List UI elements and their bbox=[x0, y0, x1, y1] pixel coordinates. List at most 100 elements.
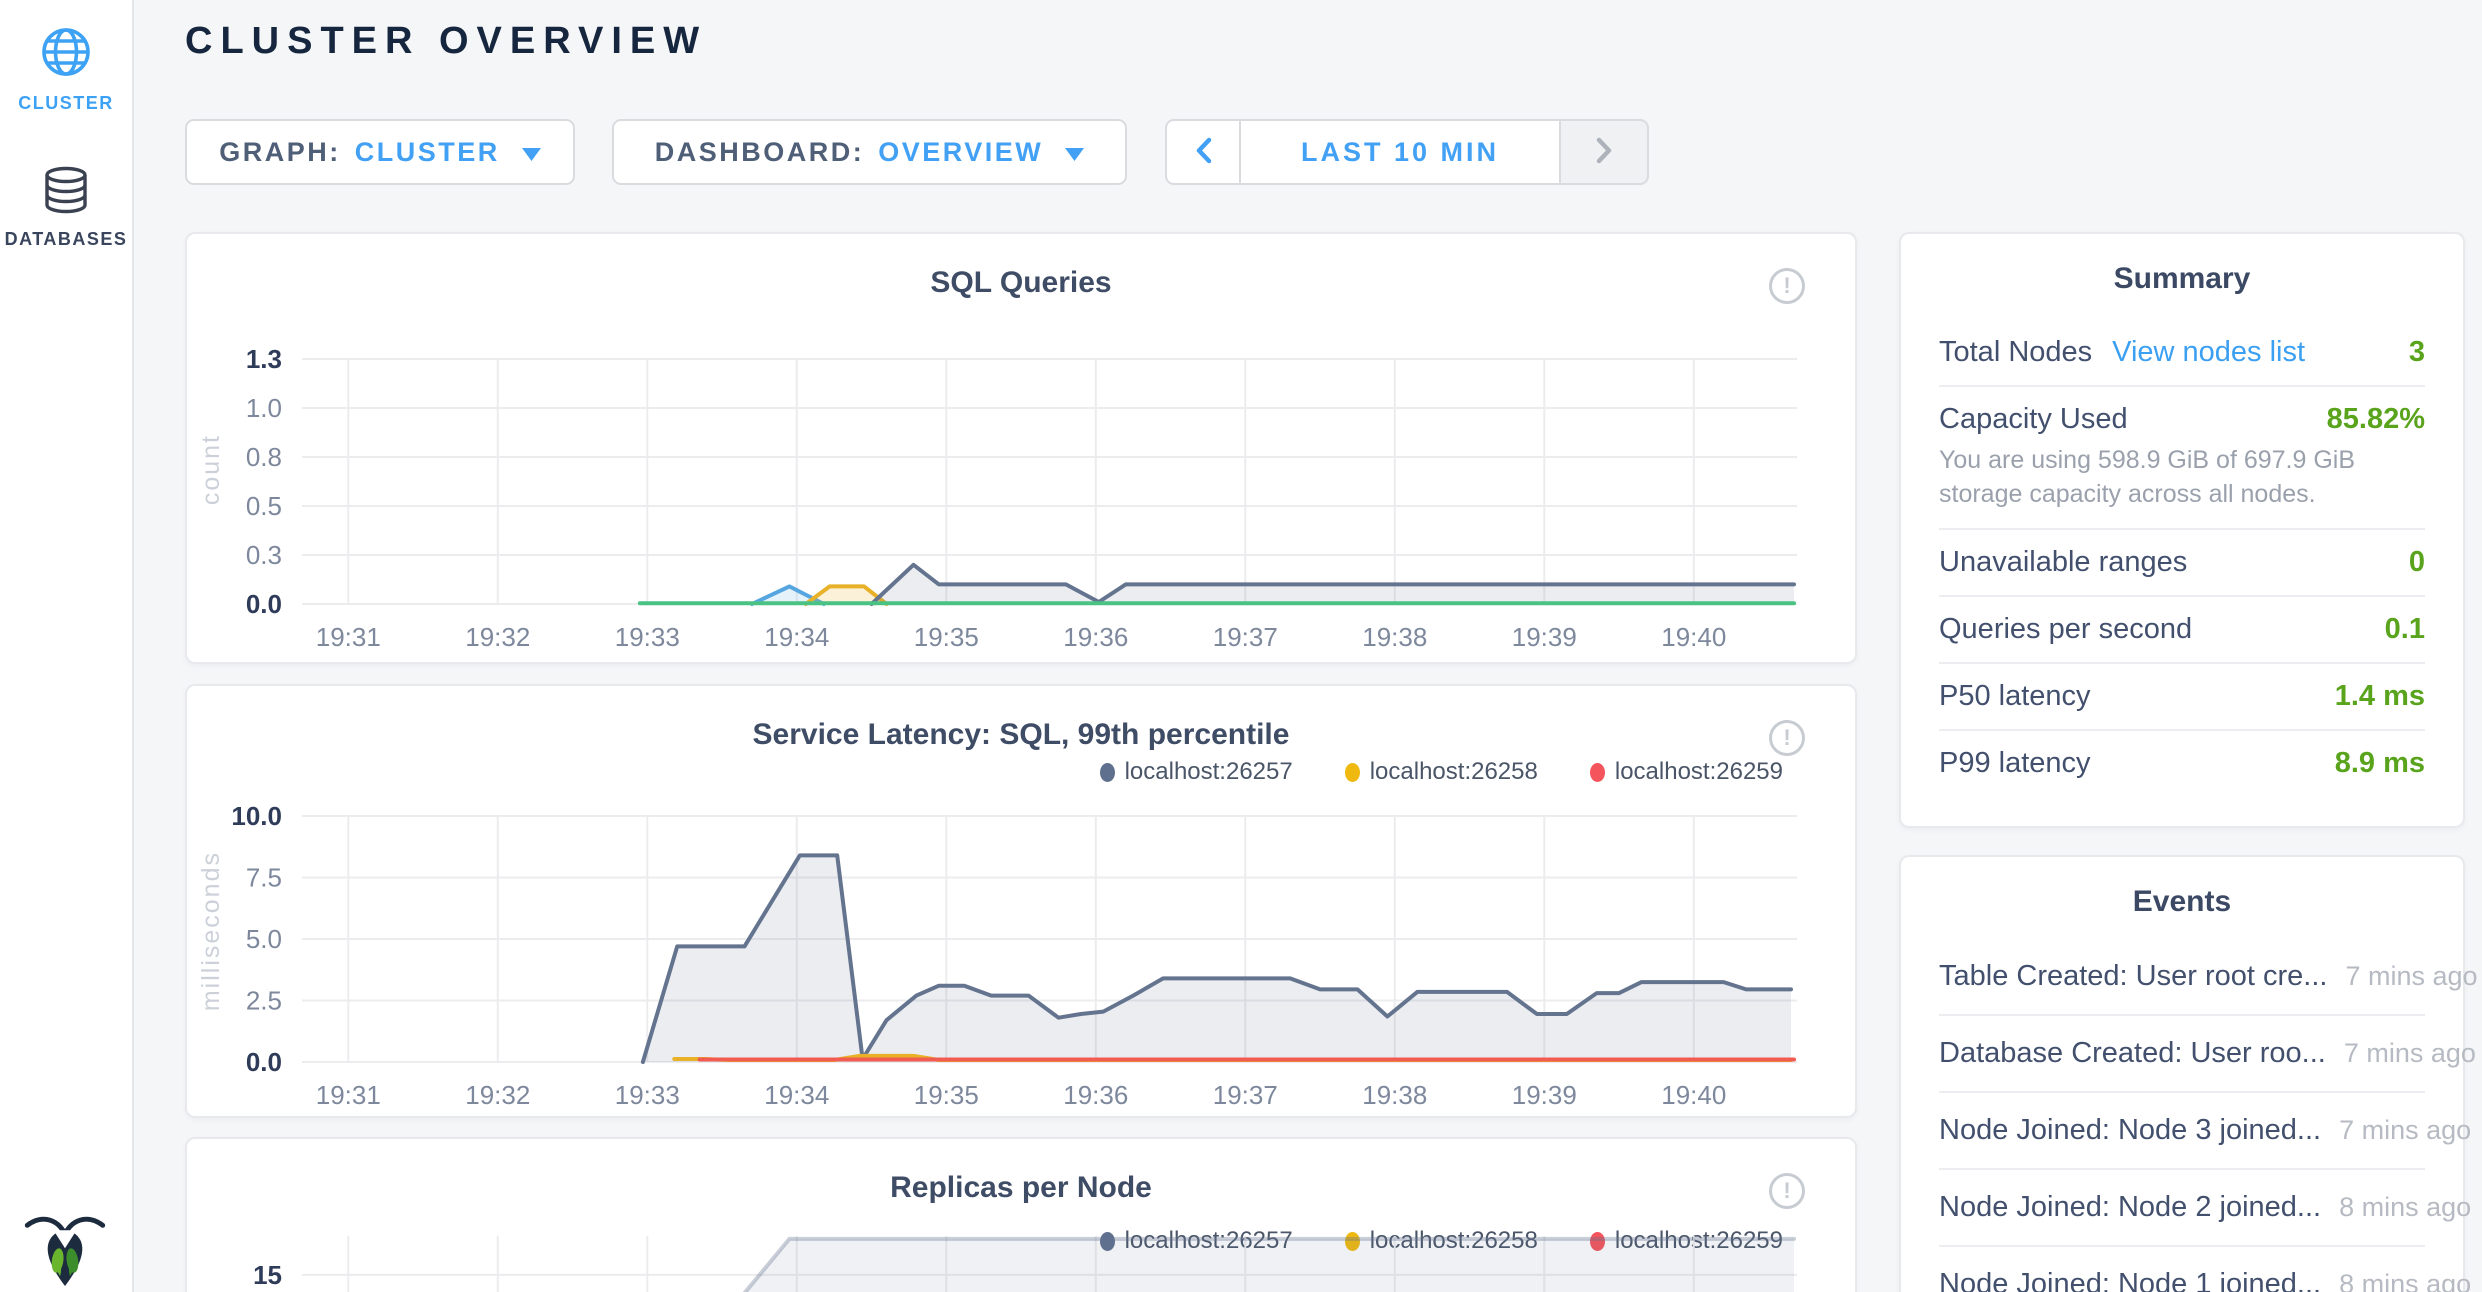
chevron-left-icon bbox=[1195, 137, 1212, 167]
svg-text:19:32: 19:32 bbox=[465, 1080, 530, 1110]
summary-row-label: Queries per second bbox=[1939, 613, 2192, 646]
svg-text:19:39: 19:39 bbox=[1512, 1080, 1577, 1110]
summary-rows: Total NodesView nodes list3Capacity Used… bbox=[1939, 320, 2425, 796]
event-timestamp: 8 mins ago bbox=[2339, 1269, 2471, 1292]
view-nodes-list-link[interactable]: View nodes list bbox=[2112, 336, 2305, 369]
chevron-down-icon bbox=[1057, 137, 1084, 168]
svg-text:0.0: 0.0 bbox=[246, 589, 282, 619]
events-panel: Events Table Created: User root cre...7 … bbox=[1899, 855, 2465, 1292]
cluster-overview-page: CLUSTER DATABASES bbox=[0, 0, 2482, 1292]
sidebar-item-label: DATABASES bbox=[5, 229, 128, 250]
svg-text:19:40: 19:40 bbox=[1661, 1080, 1726, 1110]
svg-text:19:31: 19:31 bbox=[316, 622, 381, 652]
summary-row-value: 1.4 ms bbox=[2335, 680, 2425, 713]
svg-text:0.3: 0.3 bbox=[246, 540, 282, 570]
legend-item[interactable]: localhost:26257 bbox=[1100, 758, 1293, 786]
event-text: Database Created: User roo... bbox=[1939, 1037, 2326, 1070]
sidebar: CLUSTER DATABASES bbox=[0, 0, 134, 1292]
svg-text:19:38: 19:38 bbox=[1362, 1080, 1427, 1110]
svg-text:19:31: 19:31 bbox=[316, 1080, 381, 1110]
info-icon[interactable] bbox=[1769, 1173, 1805, 1209]
databases-icon bbox=[42, 166, 90, 217]
time-range-button[interactable]: LAST 10 MIN bbox=[1239, 119, 1561, 185]
event-timestamp: 8 mins ago bbox=[2339, 1192, 2471, 1223]
event-text: Node Joined: Node 2 joined... bbox=[1939, 1191, 2321, 1224]
svg-text:19:36: 19:36 bbox=[1063, 1080, 1128, 1110]
svg-text:19:35: 19:35 bbox=[914, 622, 979, 652]
svg-text:19:37: 19:37 bbox=[1213, 622, 1278, 652]
sidebar-item-label: CLUSTER bbox=[18, 93, 114, 114]
summary-row-value: 0 bbox=[2409, 546, 2425, 579]
svg-text:19:32: 19:32 bbox=[465, 622, 530, 652]
summary-row-label: Total Nodes bbox=[1939, 336, 2092, 369]
summary-row-subtext: You are using 598.9 GiB of 697.9 GiB sto… bbox=[1939, 444, 2425, 512]
summary-row-value: 0.1 bbox=[2385, 613, 2425, 646]
summary-row: Unavailable ranges0 bbox=[1939, 528, 2425, 595]
summary-panel: Summary Total NodesView nodes list3Capac… bbox=[1899, 232, 2465, 828]
svg-text:1.0: 1.0 bbox=[246, 393, 282, 423]
event-timestamp: 7 mins ago bbox=[2345, 961, 2477, 992]
sql-queries-chart: 0.00.30.50.81.01.319:3119:3219:3319:3419… bbox=[187, 334, 1859, 664]
svg-text:19:33: 19:33 bbox=[615, 622, 680, 652]
svg-text:15: 15 bbox=[253, 1260, 282, 1290]
replicas-per-node-chart: 1510 bbox=[187, 1234, 1859, 1292]
legend-item[interactable]: localhost:26259 bbox=[1590, 758, 1783, 786]
graph-dropdown[interactable]: GRAPH: CLUSTER bbox=[185, 119, 575, 185]
svg-text:5.0: 5.0 bbox=[246, 924, 282, 954]
svg-text:10.0: 10.0 bbox=[231, 801, 282, 831]
sidebar-item-databases[interactable]: DATABASES bbox=[0, 166, 132, 250]
event-row: Table Created: User root cre...7 mins ag… bbox=[1939, 939, 2425, 1016]
summary-row-label: P50 latency bbox=[1939, 680, 2091, 713]
event-row: Node Joined: Node 1 joined...8 mins ago bbox=[1939, 1247, 2425, 1292]
svg-text:19:34: 19:34 bbox=[764, 1080, 829, 1110]
chart-title: SQL Queries bbox=[187, 266, 1855, 300]
summary-row: P99 latency 8.9 ms bbox=[1939, 729, 2425, 796]
replicas-per-node-card: Replicas per Node localhost:26257localho… bbox=[185, 1137, 1857, 1292]
time-next-button[interactable] bbox=[1559, 119, 1649, 185]
svg-text:7.5: 7.5 bbox=[246, 863, 282, 893]
globe-icon bbox=[40, 26, 92, 81]
event-timestamp: 7 mins ago bbox=[2344, 1038, 2476, 1069]
time-range-selector: LAST 10 MIN bbox=[1165, 119, 1649, 185]
events-title: Events bbox=[1939, 885, 2425, 919]
legend-label: localhost:26258 bbox=[1370, 758, 1538, 786]
svg-text:19:39: 19:39 bbox=[1512, 622, 1577, 652]
event-row: Database Created: User roo...7 mins ago bbox=[1939, 1016, 2425, 1093]
chart-title: Replicas per Node bbox=[187, 1171, 1855, 1205]
legend-dot-icon bbox=[1345, 763, 1360, 782]
event-timestamp: 7 mins ago bbox=[2339, 1115, 2471, 1146]
legend-label: localhost:26257 bbox=[1125, 758, 1293, 786]
chart-legend: localhost:26257 localhost:26258 localhost:… bbox=[1100, 758, 1783, 786]
chevron-right-icon bbox=[1596, 137, 1613, 167]
events-rows: Table Created: User root cre...7 mins ag… bbox=[1939, 939, 2425, 1292]
svg-text:0.5: 0.5 bbox=[246, 491, 282, 521]
summary-row: Total NodesView nodes list3 bbox=[1939, 320, 2425, 385]
svg-text:19:33: 19:33 bbox=[615, 1080, 680, 1110]
svg-text:19:40: 19:40 bbox=[1661, 622, 1726, 652]
legend-item[interactable]: localhost:26258 bbox=[1345, 758, 1538, 786]
chart-title: Service Latency: SQL, 99th percentile bbox=[187, 718, 1855, 752]
service-latency-chart: 0.0 2.5 5.0 7.5 10.0 19:31 19:32 19:33 19:34 19:3… bbox=[187, 794, 1859, 1124]
summary-row: P50 latency 1.4 ms bbox=[1939, 662, 2425, 729]
event-row: Node Joined: Node 3 joined...7 mins ago bbox=[1939, 1093, 2425, 1170]
sql-queries-card: SQL Queries count 0.00.30.50.81.01.319:3… bbox=[185, 232, 1857, 664]
svg-text:19:38: 19:38 bbox=[1362, 622, 1427, 652]
cockroachdb-logo[interactable] bbox=[24, 1200, 106, 1290]
info-icon[interactable] bbox=[1769, 268, 1805, 304]
summary-row-value: 8.9 ms bbox=[2335, 747, 2425, 780]
time-prev-button[interactable] bbox=[1165, 119, 1241, 185]
dashboard-dropdown-label: DASHBOARD: bbox=[655, 137, 865, 168]
event-text: Table Created: User root cre... bbox=[1939, 960, 2327, 993]
svg-text:19:34: 19:34 bbox=[764, 622, 829, 652]
svg-text:0.0: 0.0 bbox=[246, 1047, 282, 1077]
svg-text:19:36: 19:36 bbox=[1063, 622, 1128, 652]
dashboard-dropdown[interactable]: DASHBOARD: OVERVIEW bbox=[612, 119, 1127, 185]
svg-text:2.5: 2.5 bbox=[246, 986, 282, 1016]
sidebar-item-cluster[interactable]: CLUSTER bbox=[0, 26, 132, 114]
summary-row-label: P99 latency bbox=[1939, 747, 2091, 780]
svg-text:1.3: 1.3 bbox=[246, 344, 282, 374]
legend-dot-icon bbox=[1100, 763, 1115, 782]
info-icon[interactable] bbox=[1769, 720, 1805, 756]
summary-row: Queries per second 0.1 bbox=[1939, 595, 2425, 662]
svg-text:19:37: 19:37 bbox=[1213, 1080, 1278, 1110]
